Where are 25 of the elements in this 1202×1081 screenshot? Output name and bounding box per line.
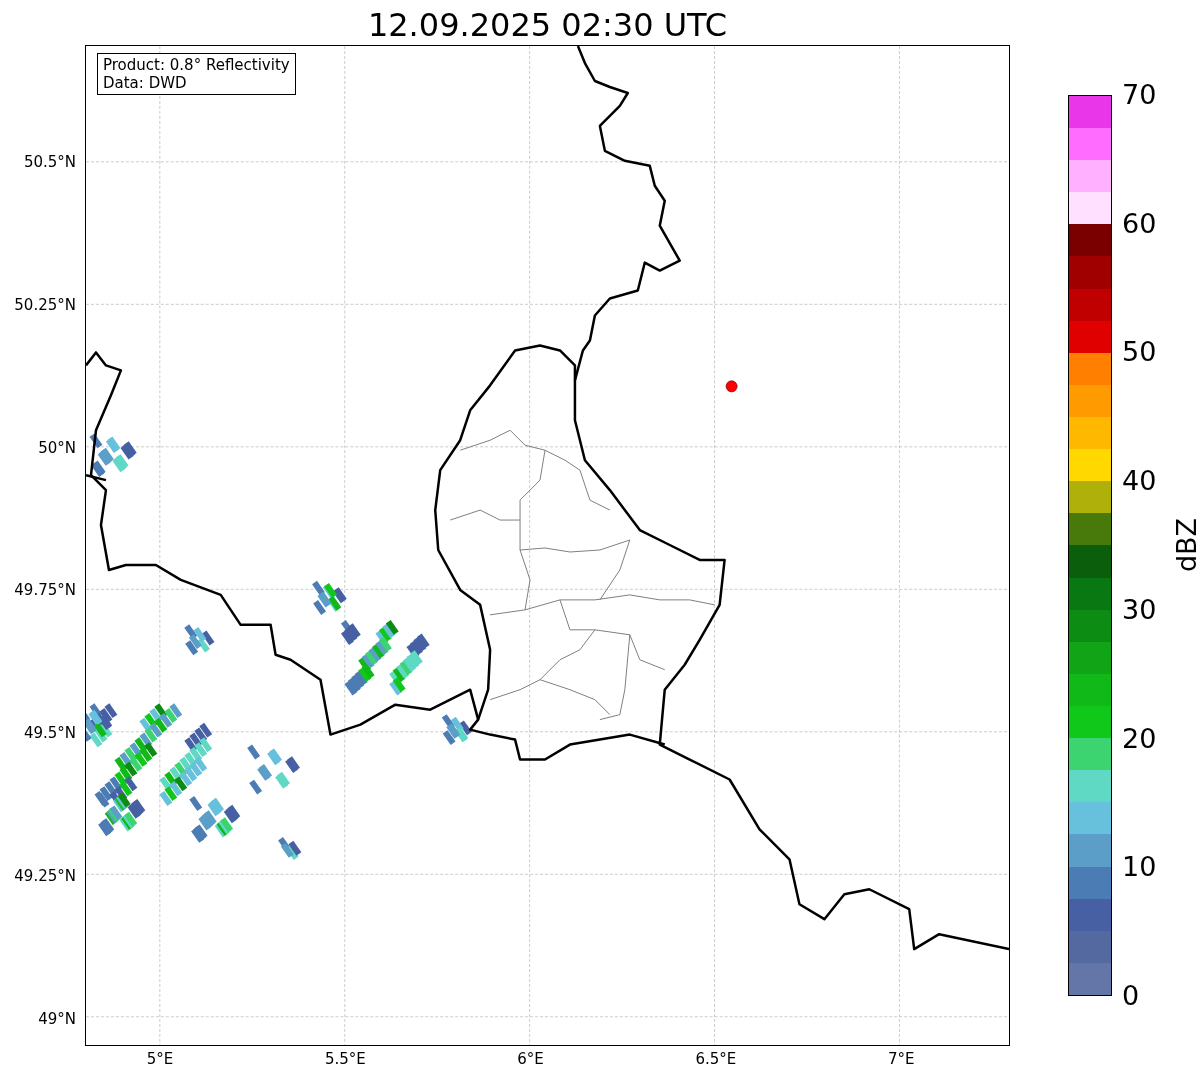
- latitude-label: 49.25°N: [14, 867, 76, 885]
- chart-title: 12.09.2025 02:30 UTC: [367, 5, 728, 45]
- colorbar-label: dBZ: [1171, 517, 1202, 573]
- colorbar-tick-label: 40: [1122, 466, 1157, 497]
- latitude-label: 50.5°N: [23, 153, 76, 171]
- colorbar-tick-label: 30: [1122, 594, 1157, 625]
- colorbar-tick-label: 60: [1122, 208, 1157, 239]
- latitude-label: 49°N: [38, 1009, 76, 1028]
- legend-text: Product: 0.8° Reflectivity: [103, 56, 290, 74]
- colorbar-tick-label: 10: [1122, 852, 1157, 883]
- colorbar-tick-label: 70: [1122, 80, 1157, 110]
- location-marker: [725, 380, 738, 393]
- colorbar-tick-label: 20: [1122, 723, 1157, 754]
- longitude-label: 7°E: [887, 1050, 915, 1068]
- longitude-label: 6°E: [517, 1050, 544, 1068]
- latitude-label: 49.5°N: [23, 724, 76, 743]
- colorbar-tick-label: 50: [1122, 337, 1157, 368]
- latitude-label: 50.25°N: [14, 295, 76, 314]
- longitude-label: 5°E: [146, 1050, 174, 1068]
- longitude-label: 5.5°E: [324, 1050, 366, 1068]
- latitude-label: 50°N: [38, 438, 76, 457]
- colorbar-tick-label: 0: [1122, 981, 1140, 1011]
- legend-text: Data: DWD: [103, 74, 188, 92]
- latitude-label: 49.75°N: [14, 581, 76, 600]
- longitude-label: 6.5°E: [695, 1050, 737, 1068]
